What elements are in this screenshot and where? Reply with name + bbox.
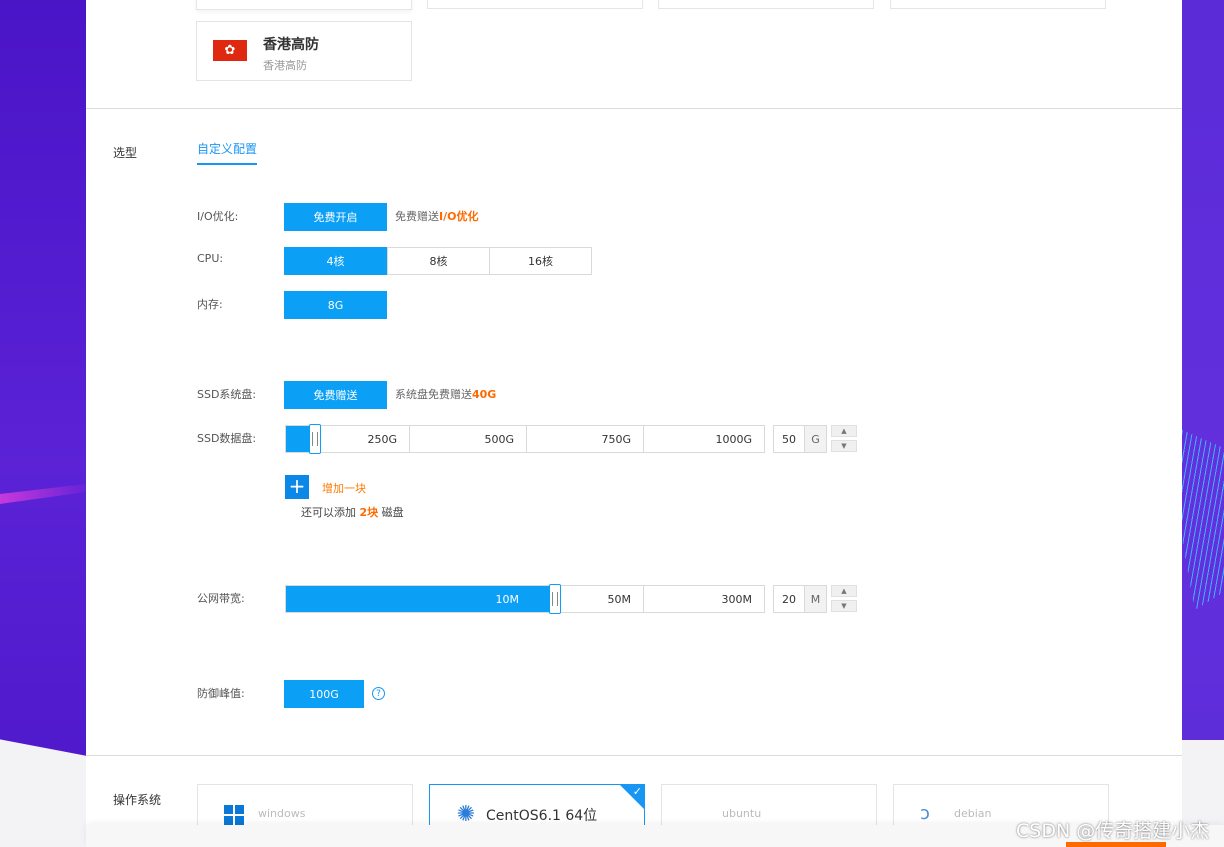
watermark: CSDN @传奇搭建小杰 bbox=[1016, 820, 1210, 842]
divider-bottom bbox=[86, 755, 1182, 756]
section-label-model: 选型 bbox=[113, 146, 138, 160]
divider-top bbox=[86, 108, 1182, 109]
os-name-windows: windows bbox=[258, 807, 306, 820]
ssd-data-tick-500[interactable]: 500G bbox=[409, 426, 526, 452]
cpu-option-4[interactable]: 4核 bbox=[284, 247, 387, 275]
region-card-top-4[interactable] bbox=[890, 0, 1106, 9]
ssd-data-stepper[interactable]: ▲ ▼ bbox=[831, 425, 857, 453]
ssd-system-note: 系统盘免费赠送40G bbox=[395, 386, 496, 402]
memory-label: 内存: bbox=[197, 298, 223, 311]
add-disk-note-count: 2块 bbox=[359, 506, 379, 519]
bandwidth-label: 公网带宽: bbox=[197, 592, 245, 605]
ssd-system-label: SSD系统盘: bbox=[197, 388, 257, 401]
background-mesh bbox=[1182, 430, 1224, 610]
check-icon: ✓ bbox=[632, 785, 642, 798]
stepper-up-icon[interactable]: ▲ bbox=[831, 585, 857, 597]
tab-custom-config[interactable]: 自定义配置 bbox=[197, 140, 258, 165]
centos-icon: ✺ bbox=[456, 802, 476, 827]
windows-icon bbox=[224, 805, 244, 825]
io-label: I/O优化: bbox=[197, 210, 239, 223]
ssd-data-tick-750[interactable]: 750G bbox=[526, 426, 643, 452]
stepper-down-icon[interactable]: ▼ bbox=[831, 600, 857, 612]
os-name-centos: CentOS6.1 64位 bbox=[486, 808, 598, 824]
region-card-top-2[interactable] bbox=[427, 0, 643, 9]
io-note-prefix: 免费赠送 bbox=[395, 210, 439, 223]
ssd-system-button[interactable]: 免费赠送 bbox=[284, 381, 387, 409]
background-left bbox=[0, 0, 86, 847]
add-disk-button[interactable]: + bbox=[285, 475, 309, 499]
ssd-data-unit: G bbox=[804, 426, 826, 452]
bandwidth-slider[interactable]: 10M 50M 300M bbox=[285, 584, 765, 614]
ssd-data-tick-1000[interactable]: 1000G bbox=[643, 426, 764, 452]
bandwidth-tick-10[interactable]: 10M bbox=[286, 586, 531, 612]
stepper-up-icon[interactable]: ▲ bbox=[831, 425, 857, 437]
section-label-os: 操作系统 bbox=[113, 793, 162, 807]
cpu-option-8[interactable]: 8核 bbox=[387, 247, 490, 275]
ssd-data-input[interactable]: 50 G bbox=[773, 425, 827, 453]
io-note: 免费赠送I/O优化 bbox=[395, 208, 478, 224]
io-enable-button[interactable]: 免费开启 bbox=[284, 203, 387, 231]
background-right bbox=[1182, 0, 1224, 847]
add-disk-note-prefix: 还可以添加 bbox=[301, 506, 356, 519]
ssd-data-tick-250[interactable]: 250G bbox=[314, 426, 409, 452]
debian-icon: ↄ bbox=[920, 803, 930, 824]
add-disk-note-suffix: 磁盘 bbox=[381, 506, 404, 519]
region-card-top-3[interactable] bbox=[658, 0, 874, 9]
stepper-down-icon[interactable]: ▼ bbox=[831, 440, 857, 452]
ssd-data-slider[interactable]: 250G 500G 750G 1000G bbox=[285, 424, 765, 454]
bandwidth-unit: M bbox=[804, 586, 826, 612]
add-disk-note: 还可以添加 2块 磁盘 bbox=[301, 504, 404, 520]
os-name-debian: debian bbox=[954, 807, 992, 820]
bandwidth-stepper[interactable]: ▲ ▼ bbox=[831, 585, 857, 613]
ssd-data-value[interactable]: 50 bbox=[774, 426, 804, 452]
ssd-system-note-highlight: 40G bbox=[472, 388, 497, 401]
region-card-hongkong[interactable]: ✿ 香港高防 香港高防 bbox=[196, 21, 412, 81]
region-title: 香港高防 bbox=[263, 37, 319, 53]
bandwidth-value[interactable]: 20 bbox=[774, 586, 804, 612]
bandwidth-slider-handle[interactable] bbox=[549, 584, 561, 614]
region-subtitle: 香港高防 bbox=[263, 59, 307, 72]
region-card-top-1[interactable] bbox=[196, 0, 412, 10]
background-floor bbox=[0, 739, 86, 847]
bandwidth-tick-50[interactable]: 50M bbox=[556, 586, 643, 612]
ssd-data-label: SSD数据盘: bbox=[197, 432, 257, 445]
background-wave bbox=[0, 484, 86, 504]
ssd-system-note-prefix: 系统盘免费赠送 bbox=[395, 388, 472, 401]
memory-option-8g[interactable]: 8G bbox=[284, 291, 387, 319]
cpu-option-16[interactable]: 16核 bbox=[489, 247, 592, 275]
defense-label: 防御峰值: bbox=[197, 687, 245, 700]
bandwidth-input[interactable]: 20 M bbox=[773, 585, 827, 613]
ssd-data-slider-handle[interactable] bbox=[309, 424, 321, 454]
add-disk-label[interactable]: 增加一块 bbox=[322, 480, 366, 496]
io-note-highlight: I/O优化 bbox=[439, 210, 479, 223]
cpu-label: CPU: bbox=[197, 252, 224, 265]
os-name-ubuntu: ubuntu bbox=[722, 807, 762, 820]
defense-option-100g[interactable]: 100G bbox=[284, 680, 364, 708]
config-panel: ✿ 香港高防 香港高防 选型 自定义配置 I/O优化: 免费开启 免费赠送I/O… bbox=[86, 0, 1182, 847]
bandwidth-tick-300[interactable]: 300M bbox=[643, 586, 764, 612]
hk-flag-icon: ✿ bbox=[213, 40, 247, 61]
question-icon[interactable]: ? bbox=[372, 687, 385, 700]
